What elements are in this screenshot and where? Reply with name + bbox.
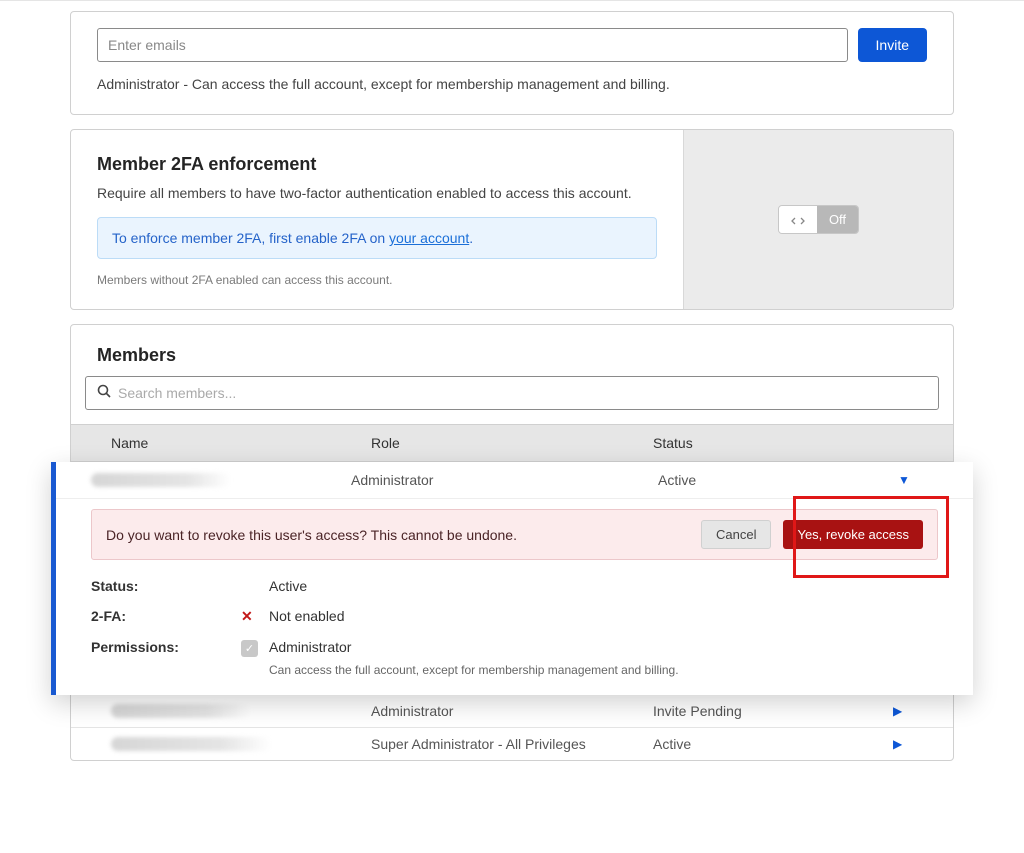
invite-card: Invite Administrator - Can access the fu… <box>70 11 954 115</box>
member-2fa-toggle[interactable]: Off <box>778 205 859 234</box>
x-icon: ✕ <box>241 608 269 625</box>
detail-permissions-value: Administrator <box>269 639 938 657</box>
checkbox-icon: ✓ <box>241 640 258 657</box>
detail-status-value: Active <box>269 578 938 594</box>
detail-permissions-sub: Can access the full account, except for … <box>269 663 938 677</box>
table-row[interactable]: Administrator Invite Pending ▶ <box>71 695 953 728</box>
member-2fa-callout: To enforce member 2FA, first enable 2FA … <box>97 217 657 259</box>
table-row[interactable]: Administrator Active ▼ <box>56 462 973 499</box>
member-status: Invite Pending <box>653 703 893 719</box>
members-card: Members Name Role Status Administrator A… <box>70 324 954 761</box>
expand-caret-icon[interactable]: ▶ <box>893 737 913 751</box>
toggle-on-side <box>779 206 817 233</box>
members-table-header: Name Role Status <box>71 424 953 462</box>
confirm-revoke-button[interactable]: Yes, revoke access <box>783 520 923 549</box>
detail-2fa-value: Not enabled <box>269 608 938 625</box>
member-name-redacted <box>111 704 251 718</box>
invite-role-description: Administrator - Can access the full acco… <box>71 70 953 114</box>
member-role: Super Administrator - All Privileges <box>371 736 653 752</box>
invite-emails-input[interactable] <box>97 28 848 62</box>
search-members-input[interactable] <box>85 376 939 410</box>
revoke-access-alert: Do you want to revoke this user's access… <box>91 509 938 560</box>
detail-status-label: Status: <box>91 578 241 594</box>
your-account-link[interactable]: your account <box>389 230 469 246</box>
member-status: Active <box>658 472 898 488</box>
table-row[interactable]: Super Administrator - All Privileges Act… <box>71 728 953 760</box>
member-2fa-helper: Members without 2FA enabled can access t… <box>97 273 657 287</box>
detail-2fa-label: 2-FA: <box>91 608 241 625</box>
col-role: Role <box>371 435 653 451</box>
detail-permissions-label: Permissions: <box>91 639 241 657</box>
member-2fa-card: Member 2FA enforcement Require all membe… <box>70 129 954 310</box>
cancel-button[interactable]: Cancel <box>701 520 771 549</box>
toggle-arrows-icon <box>791 216 805 226</box>
member-name-redacted <box>111 737 271 751</box>
col-name: Name <box>111 435 371 451</box>
member-name-redacted <box>91 473 231 487</box>
invite-button[interactable]: Invite <box>858 28 927 62</box>
member-details: Status: Active 2-FA: ✕ Not enabled Permi… <box>56 560 973 681</box>
toggle-off-label: Off <box>817 206 858 233</box>
search-icon <box>97 384 111 401</box>
member-role: Administrator <box>351 472 658 488</box>
member-status: Active <box>653 736 893 752</box>
member-row-expanded: Administrator Active ▼ Do you want to re… <box>51 462 973 695</box>
member-2fa-title: Member 2FA enforcement <box>97 154 657 175</box>
member-2fa-subtitle: Require all members to have two-factor a… <box>97 185 657 201</box>
members-title: Members <box>71 325 953 376</box>
collapse-caret-icon[interactable]: ▼ <box>898 473 918 487</box>
revoke-message: Do you want to revoke this user's access… <box>106 527 689 543</box>
expand-caret-icon[interactable]: ▶ <box>893 704 913 718</box>
member-role: Administrator <box>371 703 653 719</box>
col-status: Status <box>653 435 913 451</box>
